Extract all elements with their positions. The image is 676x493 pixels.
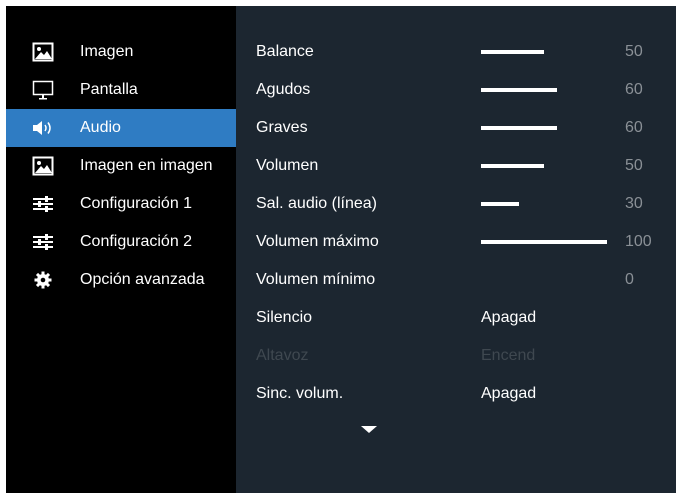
sidebar-item-label: Imagen bbox=[80, 43, 134, 60]
sidebar-item-audio[interactable]: Audio bbox=[6, 109, 236, 147]
chevron-down-icon[interactable] bbox=[361, 426, 377, 433]
sidebar-item-label: Configuración 1 bbox=[80, 195, 193, 212]
pip-icon bbox=[32, 156, 54, 176]
level-bar[interactable] bbox=[481, 240, 607, 244]
setting-value: 0 bbox=[625, 271, 634, 288]
sidebar-item-label: Configuración 2 bbox=[80, 233, 193, 250]
setting-row-agudos[interactable]: Agudos 60 bbox=[236, 71, 676, 109]
setting-row-volumen[interactable]: Volumen 50 bbox=[236, 147, 676, 185]
level-bar[interactable] bbox=[481, 202, 519, 206]
setting-row-altavoz: Altavoz Encend bbox=[236, 337, 676, 375]
setting-row-volumen-maximo[interactable]: Volumen máximo 100 bbox=[236, 223, 676, 261]
setting-label: Volumen mínimo bbox=[256, 271, 376, 288]
level-bar[interactable] bbox=[481, 88, 557, 92]
gear-icon bbox=[32, 270, 54, 290]
sidebar-item-opcion-avanzada[interactable]: Opción avanzada bbox=[6, 261, 236, 299]
setting-value: 60 bbox=[625, 81, 643, 98]
setting-label: Volumen bbox=[256, 157, 319, 174]
setting-value: 50 bbox=[625, 43, 643, 60]
setting-row-graves[interactable]: Graves 60 bbox=[236, 109, 676, 147]
sidebar: Imagen Pantalla Audio Imagen en imagen C… bbox=[6, 6, 236, 493]
sliders-icon bbox=[32, 232, 54, 252]
setting-row-sinc-volum[interactable]: Sinc. volum. Apagad bbox=[236, 375, 676, 413]
sidebar-item-imagen[interactable]: Imagen bbox=[6, 33, 236, 71]
setting-row-volumen-minimo[interactable]: Volumen mínimo 0 bbox=[236, 261, 676, 299]
setting-label: Balance bbox=[256, 43, 314, 60]
image-icon bbox=[32, 42, 54, 62]
setting-label: Agudos bbox=[256, 81, 311, 98]
setting-value: 60 bbox=[625, 119, 643, 136]
sidebar-item-pantalla[interactable]: Pantalla bbox=[6, 71, 236, 109]
osd-menu: Imagen Pantalla Audio Imagen en imagen C… bbox=[6, 6, 676, 493]
sidebar-item-configuracion-1[interactable]: Configuración 1 bbox=[6, 185, 236, 223]
setting-value: 100 bbox=[625, 233, 652, 250]
setting-value: 30 bbox=[625, 195, 643, 212]
sidebar-item-imagen-en-imagen[interactable]: Imagen en imagen bbox=[6, 147, 236, 185]
level-bar[interactable] bbox=[481, 126, 557, 130]
sidebar-item-label: Pantalla bbox=[80, 81, 138, 98]
setting-label: Sal. audio (línea) bbox=[256, 195, 377, 212]
sidebar-item-configuracion-2[interactable]: Configuración 2 bbox=[6, 223, 236, 261]
setting-label: Graves bbox=[256, 119, 308, 136]
setting-value: 50 bbox=[625, 157, 643, 174]
setting-label: Volumen máximo bbox=[256, 233, 379, 250]
sidebar-item-label: Imagen en imagen bbox=[80, 157, 213, 174]
setting-row-sal-audio-linea[interactable]: Sal. audio (línea) 30 bbox=[236, 185, 676, 223]
audio-settings-panel: Balance 50 Agudos 60 Graves 60 Volumen 5… bbox=[236, 6, 676, 493]
setting-label: Sinc. volum. bbox=[256, 385, 344, 402]
sliders-icon bbox=[32, 194, 54, 214]
sidebar-item-label: Audio bbox=[80, 119, 121, 136]
setting-label: Altavoz bbox=[256, 347, 309, 364]
speaker-icon bbox=[32, 118, 54, 138]
level-bar[interactable] bbox=[481, 164, 544, 168]
setting-row-silencio[interactable]: Silencio Apagad bbox=[236, 299, 676, 337]
setting-value: Encend bbox=[481, 347, 536, 364]
monitor-icon bbox=[32, 80, 54, 100]
setting-value: Apagad bbox=[481, 309, 537, 326]
setting-row-balance[interactable]: Balance 50 bbox=[236, 33, 676, 71]
sidebar-item-label: Opción avanzada bbox=[80, 271, 205, 288]
level-bar[interactable] bbox=[481, 50, 544, 54]
setting-label: Silencio bbox=[256, 309, 313, 326]
setting-value: Apagad bbox=[481, 385, 537, 402]
